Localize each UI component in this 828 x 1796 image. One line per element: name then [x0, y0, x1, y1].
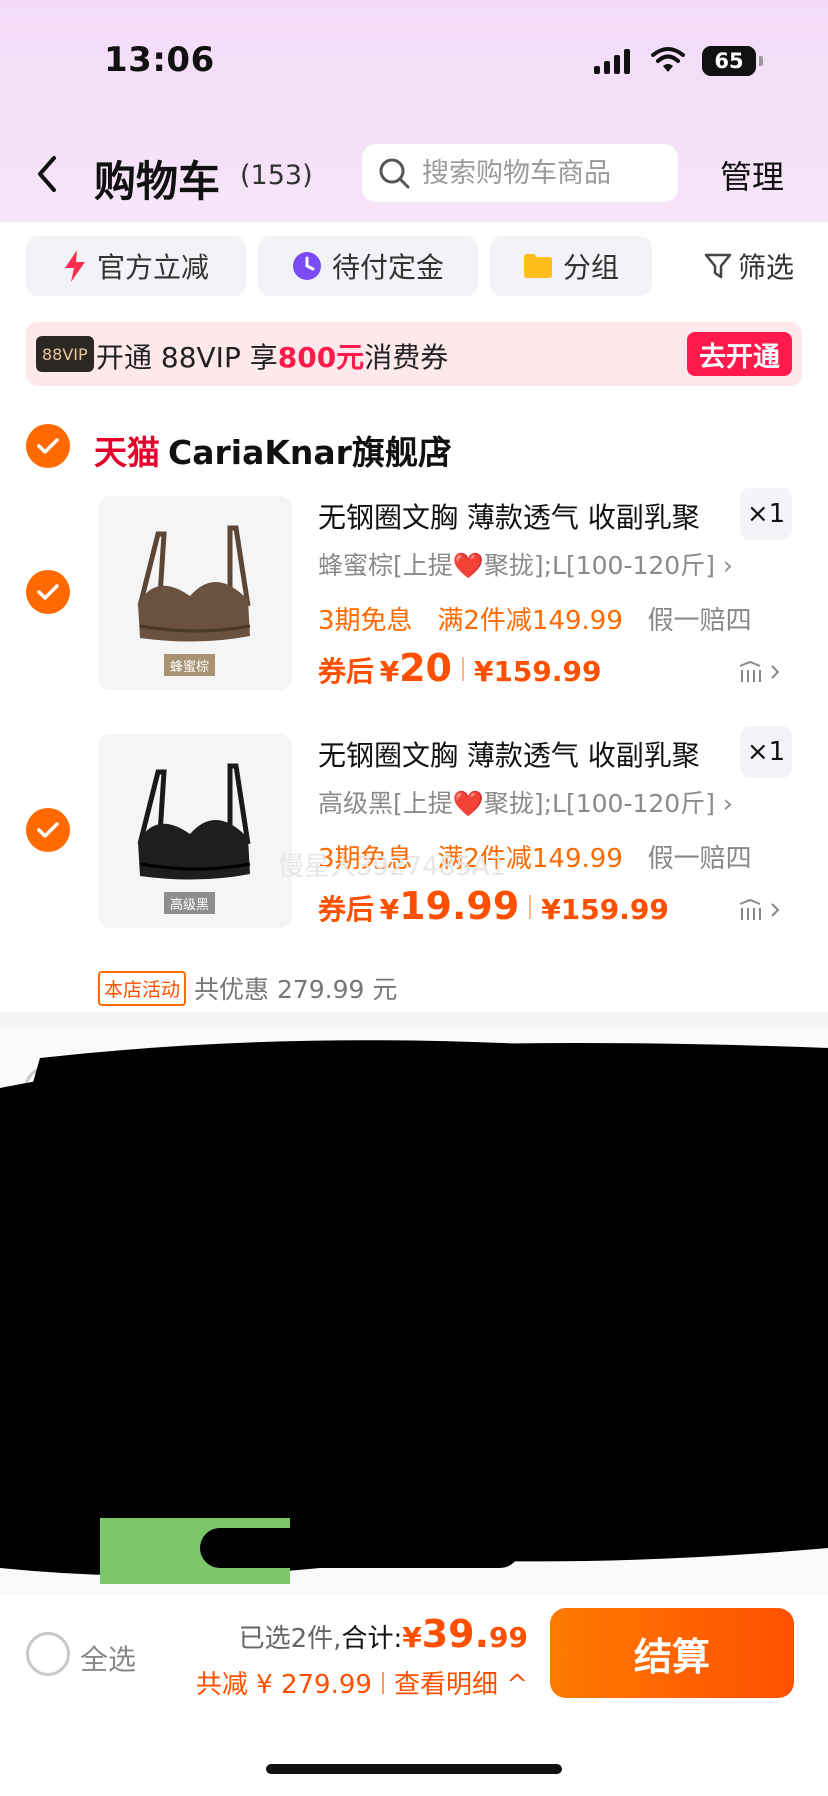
quantity-selector[interactable]: ×1	[740, 726, 792, 778]
wifi-icon	[651, 47, 685, 72]
product-sku-selector[interactable]: 高级黑[上提❤️聚拢];L[100-120斤] ›	[318, 784, 733, 820]
total-label: 合计:	[341, 1624, 403, 1654]
price-trend-button[interactable]	[738, 898, 782, 922]
back-arrow-icon[interactable]	[30, 152, 64, 196]
select-all-checkbox[interactable]	[26, 1632, 70, 1676]
store-promo-summary: 本店活动 共优惠 279.99 元	[98, 970, 397, 1006]
filter-chip-label: 官方立减	[96, 251, 209, 284]
original-price: ¥159.99	[541, 893, 669, 926]
vip-promo-text: 开通 88VIP 享800元消费券	[96, 336, 448, 376]
product-sku-selector[interactable]: 蜂蜜棕[上提❤️聚拢];L[100-120斤] ›	[318, 546, 733, 582]
vip-badge: 88VIP	[36, 336, 94, 372]
discount-summary[interactable]: 共减 ¥ 279.99 查看明细 ^	[196, 1664, 528, 1701]
store-promo-tag: 本店活动	[98, 970, 187, 1006]
quantity-selector[interactable]: ×1	[740, 488, 792, 540]
chevron-right-icon[interactable]	[436, 434, 452, 460]
battery-indicator: 65	[702, 46, 763, 76]
tmall-label: 天猫	[94, 433, 160, 472]
price-trend-icon	[739, 660, 780, 682]
product-price: 券后 ¥19.99 ¥159.99	[318, 884, 669, 928]
price-trend-icon	[739, 898, 780, 920]
search-icon	[379, 158, 410, 189]
vip-text-suffix: 消费券	[364, 341, 449, 374]
filter-chip-group[interactable]: 分组	[490, 236, 652, 296]
filter-chip-label: 待付定金	[331, 251, 444, 284]
checkmark-icon	[37, 822, 59, 838]
total-discount: 共减 ¥ 279.99	[195, 1670, 372, 1700]
select-all-label[interactable]: 全选	[80, 1638, 136, 1678]
vip-banner[interactable]: 88VIP 开通 88VIP 享800元消费券 去开通	[26, 322, 802, 386]
currency: ¥	[379, 655, 400, 688]
folder-icon	[523, 253, 553, 279]
price-divider	[529, 895, 532, 919]
total-currency: ¥	[402, 1621, 422, 1654]
status-time: 13:06	[104, 40, 215, 80]
currency: ¥	[379, 893, 400, 926]
selected-count: 已选2件,	[238, 1624, 342, 1654]
total-summary: 已选2件, 合计: ¥39.99	[239, 1612, 528, 1656]
promo-guarantee: 假一赔四	[647, 606, 752, 636]
filter-button[interactable]: 筛选	[704, 246, 794, 286]
coupon-price: 19.99	[399, 884, 520, 928]
chevron-right-icon: ›	[722, 551, 733, 580]
image-color-tag: 蜂蜜棕	[164, 654, 216, 676]
original-price: ¥159.99	[473, 655, 602, 688]
coupon-label: 券后	[318, 893, 375, 926]
filter-chip-pending-deposit[interactable]: 待付定金	[258, 236, 478, 296]
checkmark-icon	[37, 438, 59, 454]
price-divider	[461, 657, 464, 681]
product-image[interactable]: 蜂蜜棕	[98, 496, 292, 690]
coupon-label: 券后	[318, 655, 375, 688]
view-details-link[interactable]: 查看明细 ^	[394, 1664, 528, 1701]
discount-divider	[381, 1671, 384, 1694]
flash-icon	[63, 250, 87, 282]
promo-guarantee: 假一赔四	[647, 844, 752, 874]
home-indicator	[266, 1764, 562, 1774]
filter-chip-official-discount[interactable]: 官方立减	[26, 236, 246, 296]
filter-chip-label: 分组	[562, 251, 619, 284]
item-checkbox[interactable]	[26, 570, 70, 614]
vip-coupon-amount: 800元	[277, 341, 365, 374]
manage-button[interactable]: 管理	[720, 152, 784, 198]
search-box[interactable]	[362, 144, 678, 202]
clock-icon	[292, 251, 322, 281]
cellular-signal-icon	[594, 48, 632, 74]
checkout-button[interactable]: 结算	[550, 1608, 794, 1698]
product-title[interactable]: 无钢圈文胸 薄款透气 收副乳聚	[318, 734, 700, 774]
chevron-right-icon: ›	[722, 789, 733, 818]
checkmark-icon	[37, 584, 59, 600]
promo-installment: 3期免息	[318, 606, 413, 636]
watermark-text: 慢星人3927485A1	[278, 852, 507, 882]
price-trend-button[interactable]	[738, 660, 782, 684]
store-checkbox[interactable]	[26, 424, 70, 468]
item-checkbox[interactable]	[26, 808, 70, 852]
store-name[interactable]: 天猫 CariaKnar旗舰店	[94, 426, 451, 474]
product-title[interactable]: 无钢圈文胸 薄款透气 收副乳聚	[318, 496, 700, 536]
product-promo-row: 3期免息 满2件减149.99 假一赔四	[318, 600, 752, 637]
promo-discount: 满2件减149.99	[437, 606, 623, 636]
redacted-area	[0, 1028, 828, 1594]
store-name-text: CariaKnar旗舰店	[168, 433, 451, 472]
product-sku: 蜂蜜棕[上提❤️聚拢];L[100-120斤]	[318, 551, 715, 580]
section-divider	[0, 1012, 828, 1028]
total-integer: 39.	[421, 1612, 490, 1656]
coupon-price: 20	[399, 646, 452, 690]
product-image[interactable]: 高级黑	[98, 734, 292, 928]
total-amount: ¥39.99	[402, 1612, 528, 1656]
product-price: 券后 ¥20 ¥159.99	[318, 646, 602, 690]
store-promo-text: 共优惠 279.99 元	[194, 975, 398, 1004]
search-input[interactable]	[422, 157, 662, 189]
funnel-icon	[704, 252, 732, 280]
image-color-tag: 高级黑	[164, 892, 216, 914]
total-decimal: 99	[489, 1621, 528, 1654]
cart-count: (153)	[240, 160, 313, 191]
page-title: 购物车	[94, 157, 221, 206]
filter-button-label: 筛选	[738, 251, 795, 284]
vip-text-prefix: 开通 88VIP 享	[96, 341, 278, 374]
product-sku: 高级黑[上提❤️聚拢];L[100-120斤]	[318, 789, 715, 818]
vip-open-button[interactable]: 去开通	[687, 332, 792, 376]
